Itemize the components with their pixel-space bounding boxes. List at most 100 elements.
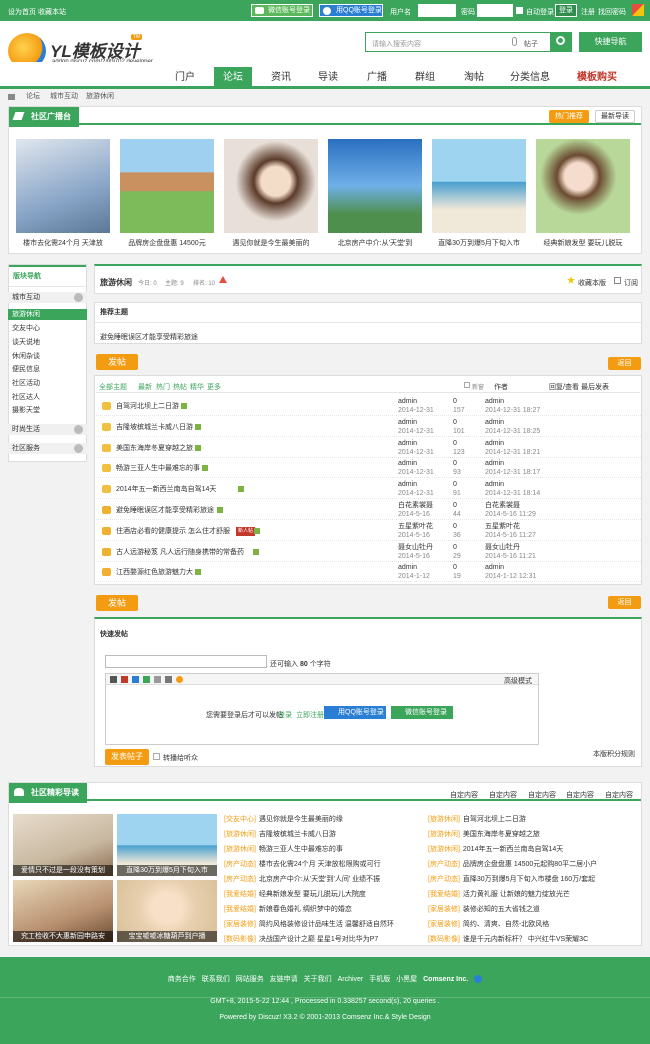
emoji-icon[interactable]	[176, 676, 183, 683]
featured-link[interactable]: 简约、清爽、自然-北欧风格	[463, 921, 549, 928]
sidebar-item-chat[interactable]: 谈天说地	[8, 337, 87, 348]
forgot-password-link[interactable]: 找回密码	[598, 7, 626, 17]
featured-list-item[interactable]: [我爱结婚] 新娘春色婚礼 绸织梦中的婚恋	[224, 904, 352, 914]
featured-link[interactable]: 直降30万到爆5月下旬入市楼盘 160万/套起	[463, 876, 595, 883]
favorite-link[interactable]: 收藏本站	[38, 7, 66, 17]
footer-link[interactable]: 友链申请	[270, 976, 298, 983]
qq-login-button[interactable]: 用QQ账号登录	[319, 4, 383, 17]
thread-title[interactable]: 江西婺源红色旅游魅力大	[116, 569, 193, 576]
sidebar-item-photo[interactable]: 摄影天堂	[8, 405, 87, 416]
featured-list-item[interactable]: [房产动态] 楼市去化需24个月 天津放松限购或可行	[224, 859, 381, 869]
featured-list-item[interactable]: [房产动态] 品牌房企盘盘惠 14500元起购80平二居小户	[428, 859, 597, 869]
custom-link-4[interactable]: 自定内容	[566, 790, 594, 800]
link-icon[interactable]	[132, 676, 139, 683]
search-button[interactable]	[551, 32, 572, 52]
sidebar-item-dating[interactable]: 交友中心	[8, 323, 87, 334]
featured-link[interactable]: 活力黄礼服 让新娘的魅力绽放光芒	[463, 891, 570, 898]
last-poster[interactable]: admin	[485, 564, 504, 571]
set-home-link[interactable]: 设为首页	[8, 7, 36, 17]
footer-link[interactable]: 手机版	[369, 976, 390, 983]
featured-list-item[interactable]: [房产动态] 直降30万到爆5月下旬入市楼盘 160万/套起	[428, 874, 595, 884]
thread-row[interactable]: 住酒店必看的健康提示 怎么住才舒服 新人帖 五星紫叶花 2014-5-16 0 36 五星紫…	[96, 521, 641, 541]
featured-list-item[interactable]: [旅游休闲] 2014年五一新西兰南岛自驾14天	[428, 844, 563, 854]
filter-more[interactable]: 更多	[207, 382, 221, 392]
thread-author[interactable]: 白花素裳聂	[398, 502, 433, 509]
featured-link[interactable]: 新娘春色婚礼 绸织梦中的婚恋	[259, 906, 352, 913]
last-post-date[interactable]: 2014-5-16 11:29	[485, 511, 536, 518]
featured-list-item[interactable]: [旅游休闲] 畅游三亚人生中最难忘的事	[224, 844, 343, 854]
recommend-link[interactable]: 避免睡眠误区才能享受精彩旅途	[100, 332, 198, 342]
nav-item-broadcast[interactable]: 广播	[362, 67, 392, 89]
broadcast-caption-3[interactable]: 遇见你就是今生最美丽的	[220, 238, 322, 248]
category-tag[interactable]: [我爱结婚]	[224, 891, 256, 898]
sidebar-item-stars[interactable]: 社区达人	[8, 392, 87, 403]
thread-row[interactable]: 吉隆坡槟城兰卡威八日游 admin 2014-12-31 0 101 admin 2014-…	[96, 417, 641, 437]
thread-row[interactable]: 美国东海岸冬夏穿越之旅 admin 2014-12-31 0 123 admin 2014-…	[96, 438, 641, 458]
featured-list-item[interactable]: [家居装修] 简约风格装修设计品味生活 温馨舒适自然环	[224, 919, 394, 929]
thread-author[interactable]: admin	[398, 564, 417, 571]
subscribe-link[interactable]: 订阅	[624, 278, 638, 288]
last-poster[interactable]: 白花素裳聂	[485, 502, 520, 509]
last-post-date[interactable]: 2014-12-31 18:14	[485, 490, 540, 497]
nav-item-portal[interactable]: 门户	[170, 67, 200, 89]
featured-list-item[interactable]: [房产动态] 北京房产中介:从'天堂'到'人间' 业绩不振	[224, 874, 380, 884]
last-poster[interactable]: admin	[485, 398, 504, 405]
thread-title[interactable]: 美国东海岸冬夏穿越之旅	[116, 445, 193, 452]
last-post-date[interactable]: 2014-12-31 18:27	[485, 407, 540, 414]
footer-link[interactable]: Archiver	[338, 976, 364, 983]
custom-link-3[interactable]: 自定内容	[528, 790, 556, 800]
quick-nav-button[interactable]: 快捷导航	[579, 32, 642, 52]
sidebar-item-city[interactable]: 城市互动	[8, 292, 87, 303]
thread-row[interactable]: 畅游三亚人生中最难忘的事 admin 2014-12-31 0 93 admin 2014-…	[96, 458, 641, 479]
featured-list-item[interactable]: [旅游休闲] 美国东海岸冬夏穿越之旅	[428, 829, 540, 839]
thread-author[interactable]: admin	[398, 419, 417, 426]
submit-post-button[interactable]: 发表帖子	[105, 749, 149, 765]
thread-row[interactable]: 古人远游秘笈 凡人远行随身携带的常备药 聂女山牡丹 2014-5-16 0 29 聂女山牡…	[96, 542, 641, 562]
nav-item-buy-template[interactable]: 模板购买	[573, 67, 621, 89]
featured-link[interactable]: 楼市去化需24个月 天津放松限购或可行	[259, 861, 381, 868]
username-input[interactable]	[418, 4, 456, 17]
advanced-mode-link[interactable]: 高级模式	[504, 676, 532, 686]
last-poster[interactable]: admin	[485, 460, 504, 467]
wechat-login-button[interactable]: 微信账号登录	[251, 4, 313, 17]
image-icon[interactable]	[143, 676, 150, 683]
quote-icon[interactable]	[154, 676, 161, 683]
last-post-date[interactable]: 2014-1-12 12:31	[485, 573, 536, 580]
category-tag[interactable]: [家居装修]	[224, 921, 256, 928]
broadcast-caption-2[interactable]: 品牌房企盘盘惠 14500元	[116, 238, 218, 248]
category-tag[interactable]: [房产动态]	[428, 876, 460, 883]
thread-author[interactable]: 聂女山牡丹	[398, 544, 433, 551]
broadcast-photo-5[interactable]	[432, 139, 526, 233]
featured-link[interactable]: 经典新娘发型 要玩儿脱玩儿大院度	[259, 891, 366, 898]
expand-icon[interactable]	[74, 425, 83, 434]
sidebar-item-leisure[interactable]: 休闲杂谈	[8, 351, 87, 362]
last-post-date[interactable]: 2014-12-31 18:25	[485, 428, 540, 435]
home-icon[interactable]	[8, 94, 15, 100]
breadcrumb-city[interactable]: 城市互动	[50, 90, 78, 104]
thread-author[interactable]: admin	[398, 481, 417, 488]
broadcast-caption-6[interactable]: 经典新娘发型 要玩儿脱玩	[532, 238, 634, 248]
nav-item-classifieds[interactable]: 分类信息	[506, 67, 554, 89]
search-input[interactable]: 请输入搜索内容	[372, 39, 421, 49]
editor-login-link[interactable]: 登录	[278, 710, 292, 720]
new-window-checkbox[interactable]	[464, 382, 470, 388]
editor-wechat-login[interactable]: 微信账号登录	[391, 706, 453, 719]
star-icon[interactable]	[567, 276, 575, 284]
filter-hottest[interactable]: 热帖	[173, 382, 187, 392]
filter-hot[interactable]: 热门	[156, 382, 170, 392]
featured-link[interactable]: 谁是千元内新标杆？ 中兴红牛VS荣耀3C	[463, 936, 588, 943]
category-tag[interactable]: [家居装修]	[428, 906, 460, 913]
thread-title[interactable]: 避免睡眠误区才能享受精彩旅途	[116, 507, 214, 514]
sidebar-item-events[interactable]: 社区活动	[8, 378, 87, 389]
featured-link[interactable]: 畅游三亚人生中最难忘的事	[259, 846, 343, 853]
featured-link[interactable]: 简约风格装修设计品味生活 温馨舒适自然环	[259, 921, 394, 928]
font-color-icon[interactable]	[121, 676, 128, 683]
category-tag[interactable]: [房产动态]	[224, 861, 256, 868]
nav-item-news[interactable]: 资讯	[266, 67, 296, 89]
featured-list-item[interactable]: [旅游休闲] 自驾河北坝上二日游	[428, 814, 526, 824]
broadcast-photo-2[interactable]	[120, 139, 214, 233]
back-button-bottom[interactable]: 返回	[608, 596, 641, 609]
new-post-button-bottom[interactable]: 发帖	[96, 595, 138, 611]
broadcast-photo-1[interactable]	[16, 139, 110, 233]
footer-link[interactable]: Comsenz Inc.	[423, 976, 468, 983]
